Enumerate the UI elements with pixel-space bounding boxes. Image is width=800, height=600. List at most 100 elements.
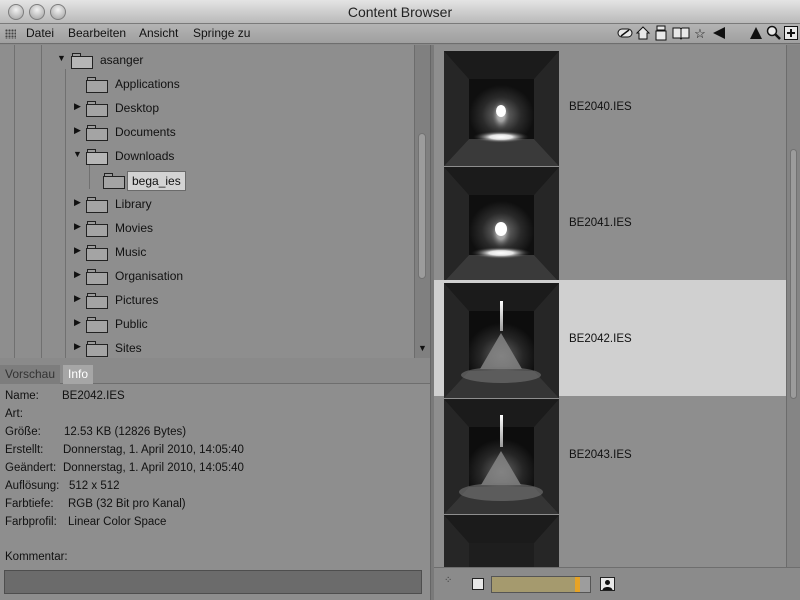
open-folder-icon	[86, 149, 108, 165]
folder-icon	[86, 293, 108, 309]
info-value: 12.53 KB (12826 Bytes)	[64, 426, 187, 438]
comment-field[interactable]	[4, 570, 422, 594]
file-name: BE2043.IES	[569, 449, 632, 461]
collapsed-arrow-icon[interactable]: ▶	[74, 341, 84, 352]
tree-item-movies[interactable]: ▶ Movies	[0, 217, 414, 241]
folder-icon	[86, 269, 108, 285]
info-label: Farbprofil:	[5, 516, 57, 528]
tree-item-label: Movies	[115, 221, 154, 235]
file-item-be2041[interactable]: BE2041.IES	[434, 164, 786, 282]
tree-item-label: Pictures	[115, 293, 159, 307]
menu-bearbeiten[interactable]: Bearbeiten	[68, 26, 126, 40]
tree-item-label: Organisation	[115, 269, 184, 283]
tree-item-music[interactable]: ▶ Music	[0, 241, 414, 265]
small-thumbnail-icon[interactable]	[472, 578, 484, 590]
file-item-be2042[interactable]: BE2042.IES	[434, 280, 786, 398]
info-value: Donnerstag, 1. April 2010, 14:05:40	[63, 462, 244, 474]
search-icon[interactable]	[766, 25, 782, 42]
collapsed-arrow-icon[interactable]: ▶	[74, 221, 84, 232]
file-list-scrollbar[interactable]	[786, 45, 800, 567]
database-icon[interactable]	[653, 25, 669, 42]
collapsed-arrow-icon[interactable]: ▶	[74, 269, 84, 280]
book-icon[interactable]	[672, 25, 690, 42]
folder-icon	[86, 221, 108, 237]
info-label: Erstellt:	[5, 444, 44, 456]
tree-item-sites[interactable]: ▶ Sites	[0, 337, 414, 358]
info-label: Art:	[5, 408, 23, 420]
collapsed-arrow-icon[interactable]: ▶	[74, 197, 84, 208]
tree-item-label: Downloads	[115, 149, 175, 163]
info-value: 512 x 512	[69, 480, 120, 492]
tree-item-label: Sites	[115, 341, 142, 355]
info-label: Größe:	[5, 426, 41, 438]
add-icon[interactable]	[783, 25, 799, 42]
tree-item-label: asanger	[100, 53, 144, 67]
folder-icon	[103, 173, 125, 189]
link-icon[interactable]	[617, 25, 633, 42]
info-value: Donnerstag, 1. April 2010, 14:05:40	[63, 444, 244, 456]
tree-item-label: Desktop	[115, 101, 160, 115]
zoom-slider[interactable]	[491, 576, 591, 593]
tree-item-documents[interactable]: ▶ Documents	[0, 121, 414, 145]
ies-preview-thumbnail	[444, 515, 559, 567]
file-name: BE2041.IES	[569, 217, 632, 229]
file-name: BE2042.IES	[569, 333, 632, 345]
scroll-down-arrow-icon[interactable]: ▼	[418, 343, 427, 353]
info-tabs: Vorschau Info	[0, 364, 430, 384]
collapsed-arrow-icon[interactable]: ▶	[74, 317, 84, 328]
window-title: Content Browser	[347, 4, 453, 20]
menu-ansicht[interactable]: Ansicht	[139, 26, 178, 40]
file-item-partial[interactable]	[434, 512, 786, 567]
folder-icon	[86, 341, 108, 357]
file-list: BE2040.IES BE2041.IES BE2042.IES BE2043.…	[434, 45, 786, 567]
ies-preview-thumbnail	[444, 167, 559, 282]
info-value: RGB (32 Bit pro Kanal)	[68, 498, 186, 510]
tree-item-desktop[interactable]: ▶ Desktop	[0, 97, 414, 121]
tree-item-asanger[interactable]: ▼ asanger	[0, 49, 414, 73]
tree-item-public[interactable]: ▶ Public	[0, 313, 414, 337]
tree-item-downloads[interactable]: ▼ Downloads	[0, 145, 414, 169]
ies-preview-thumbnail	[444, 399, 559, 514]
menu-datei[interactable]: Datei	[26, 26, 54, 40]
file-list-scrollbar-thumb[interactable]	[790, 149, 797, 399]
tree-item-pictures[interactable]: ▶ Pictures	[0, 289, 414, 313]
info-label: Auflösung:	[5, 480, 60, 492]
tab-info[interactable]: Info	[63, 365, 94, 384]
folder-icon	[86, 317, 108, 333]
collapsed-arrow-icon[interactable]: ▶	[74, 125, 84, 136]
folder-tree: ▼ asanger Applications ▶ Desktop ▶ Docum…	[0, 45, 414, 358]
tree-item-organisation[interactable]: ▶ Organisation	[0, 265, 414, 289]
grip-icon	[5, 29, 16, 39]
collapsed-arrow-icon[interactable]: ▶	[74, 245, 84, 256]
tab-vorschau[interactable]: Vorschau	[0, 365, 61, 384]
up-arrow-icon[interactable]	[748, 25, 764, 42]
info-label: Name:	[5, 390, 39, 402]
loading-spinner-icon: ⁘	[444, 575, 453, 586]
file-item-be2040[interactable]: BE2040.IES	[434, 48, 786, 166]
ies-preview-thumbnail	[444, 283, 559, 398]
tree-item-label: Public	[115, 317, 148, 331]
menu-springe-zu[interactable]: Springe zu	[193, 26, 250, 40]
collapsed-arrow-icon[interactable]: ▶	[74, 101, 84, 112]
expanded-arrow-icon[interactable]: ▼	[57, 53, 67, 63]
collapsed-arrow-icon[interactable]: ▶	[74, 293, 84, 304]
tree-item-library[interactable]: ▶ Library	[0, 193, 414, 217]
back-arrow-icon[interactable]	[711, 25, 727, 42]
file-name: BE2040.IES	[569, 101, 632, 113]
ies-preview-thumbnail	[444, 51, 559, 166]
tree-item-bega-ies[interactable]: bega_ies	[0, 169, 414, 193]
expanded-arrow-icon[interactable]: ▼	[73, 149, 83, 159]
menu-bar: Datei Bearbeiten Ansicht Springe zu ☆	[0, 24, 800, 44]
info-value: Linear Color Space	[68, 516, 167, 528]
open-folder-icon	[71, 53, 93, 69]
home-icon[interactable]	[635, 25, 651, 42]
info-label: Geändert:	[5, 462, 57, 474]
file-item-be2043[interactable]: BE2043.IES	[434, 396, 786, 514]
star-icon[interactable]: ☆	[692, 25, 708, 42]
zoom-slider-handle[interactable]	[575, 577, 580, 592]
folder-icon	[86, 245, 108, 261]
tree-item-applications[interactable]: Applications	[0, 73, 414, 97]
tree-scrollbar-thumb[interactable]	[418, 133, 426, 279]
large-thumbnail-icon[interactable]	[600, 577, 615, 591]
tree-scrollbar[interactable]: ▼	[414, 45, 430, 358]
